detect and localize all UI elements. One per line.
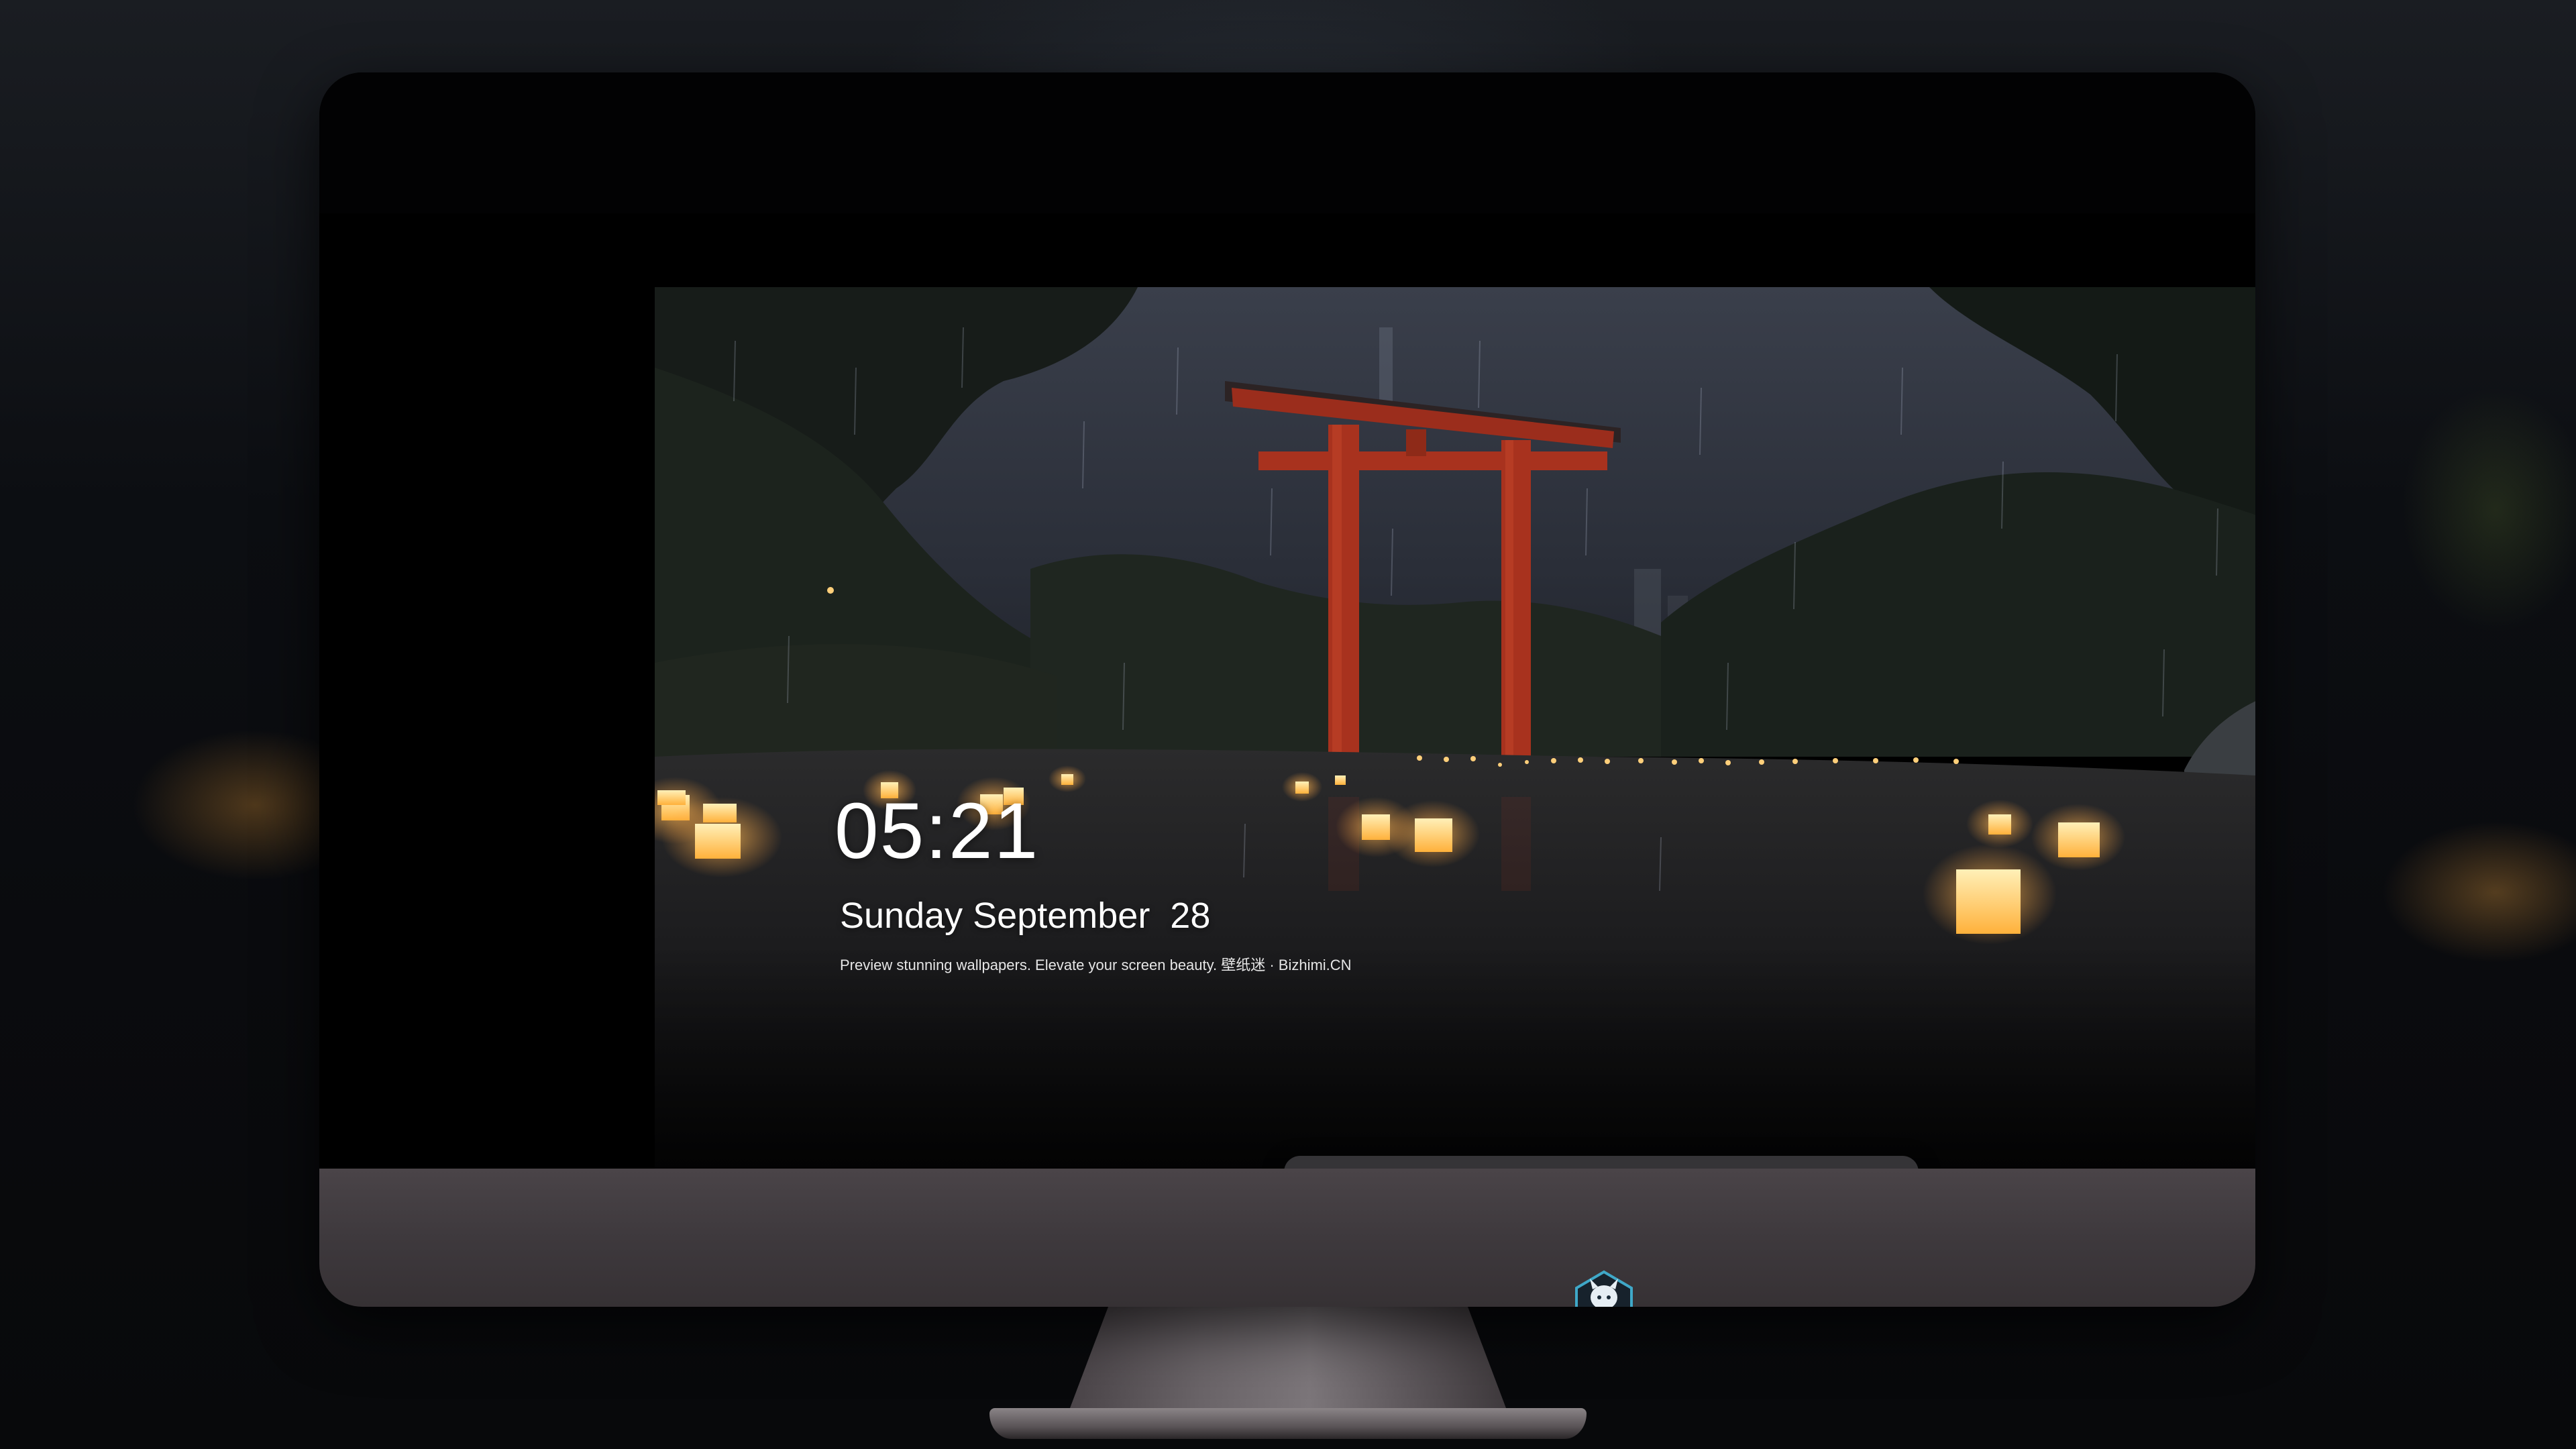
monitor-stand-neck bbox=[1070, 1304, 1506, 1408]
monitor-stand-foot bbox=[989, 1408, 1587, 1439]
wallpaper-scene bbox=[655, 287, 2255, 1241]
desktop-background: 05:21 Sunday September 28 Preview stunni… bbox=[0, 0, 2576, 1449]
mascot-logo-icon bbox=[1571, 1269, 1637, 1307]
lock-screen[interactable]: 05:21 Sunday September 28 Preview stunni… bbox=[655, 287, 2255, 1241]
imac-monitor: 05:21 Sunday September 28 Preview stunni… bbox=[319, 72, 2255, 1307]
wallpaper-caption: Preview stunning wallpapers. Elevate you… bbox=[840, 957, 1352, 973]
monitor-chin bbox=[319, 1169, 2255, 1307]
lock-screen-time: 05:21 bbox=[835, 787, 1040, 875]
monitor-bezel bbox=[319, 72, 2255, 213]
lock-screen-date: Sunday September 28 bbox=[840, 896, 1211, 936]
